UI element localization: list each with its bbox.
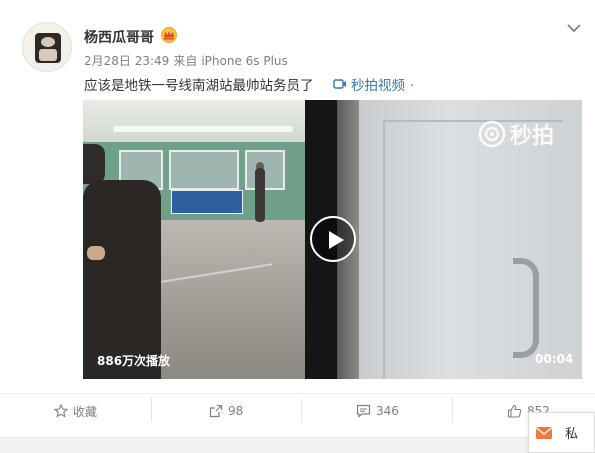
video-frame-window xyxy=(245,150,285,190)
source-prefix: 来自 xyxy=(173,54,198,68)
video-frame-advert xyxy=(171,190,243,214)
video-frame-ceiling xyxy=(83,100,313,148)
page: 杨西瓜哥哥 2月28日 23:49 来自 iPhone 6s Plus 应该是地铁一… xyxy=(0,0,595,453)
card-bottom-strip xyxy=(0,437,595,453)
favorite-label: 收藏 xyxy=(73,404,98,419)
action-divider xyxy=(452,398,453,422)
mail-icon-wrap xyxy=(529,412,559,453)
video-frame-door-handle xyxy=(513,258,539,358)
watermark-label: 秒拍 xyxy=(510,124,555,149)
video-frame-lights xyxy=(113,126,293,132)
repost-icon xyxy=(209,404,223,418)
action-bar: 收藏 98 346 852 xyxy=(0,393,595,427)
video-link[interactable]: 秒拍视频 xyxy=(333,74,405,94)
action-divider xyxy=(301,398,302,422)
post-meta: 2月28日 23:49 来自 iPhone 6s Plus xyxy=(84,52,292,69)
source-device: iPhone 6s Plus xyxy=(201,54,288,68)
video-link-label: 秒拍视频 xyxy=(351,78,405,94)
play-button[interactable] xyxy=(310,216,356,262)
vip-crown-icon[interactable] xyxy=(160,27,178,43)
repost-count: 98 xyxy=(228,404,244,418)
action-divider xyxy=(151,398,152,422)
video-duration: 00:04 xyxy=(535,352,574,366)
private-message-widget[interactable]: 私 xyxy=(528,412,595,453)
video-watermark: 秒拍 xyxy=(478,118,554,150)
video-player[interactable]: 秒拍 886万次播放 00:04 xyxy=(83,100,582,379)
star-icon xyxy=(54,404,68,418)
video-frame-man xyxy=(83,180,161,379)
comment-icon xyxy=(356,404,371,418)
play-count: 886万次播放 xyxy=(97,354,171,368)
mail-icon xyxy=(536,426,552,439)
post-text: 应该是地铁一号线南湖站最帅站务员了 xyxy=(84,78,314,94)
favorite-button[interactable]: 收藏 xyxy=(54,394,97,428)
video-frame-man-hand xyxy=(87,246,105,260)
post-date[interactable]: 2月28日 23:49 xyxy=(84,54,169,68)
thumbs-up-icon xyxy=(507,404,522,418)
video-link-suffix: . xyxy=(410,74,415,90)
username[interactable]: 杨西瓜哥哥 xyxy=(84,27,154,47)
avatar-image xyxy=(35,33,61,63)
avatar[interactable] xyxy=(22,22,72,72)
weibo-post-card: 杨西瓜哥哥 2月28日 23:49 来自 iPhone 6s Plus 应该是地铁一… xyxy=(0,0,595,453)
video-frame-person xyxy=(255,168,265,222)
video-camera-icon xyxy=(333,79,346,89)
chevron-down-icon[interactable] xyxy=(566,20,582,36)
comment-count: 346 xyxy=(376,404,399,418)
repost-button[interactable]: 98 xyxy=(209,394,243,428)
play-icon xyxy=(329,231,344,249)
video-frame-window xyxy=(169,150,239,190)
private-message-label: 私 xyxy=(565,427,579,442)
video-frame-man-head xyxy=(83,144,105,184)
camera-lens-icon xyxy=(478,120,506,148)
comment-button[interactable]: 346 xyxy=(356,394,399,428)
